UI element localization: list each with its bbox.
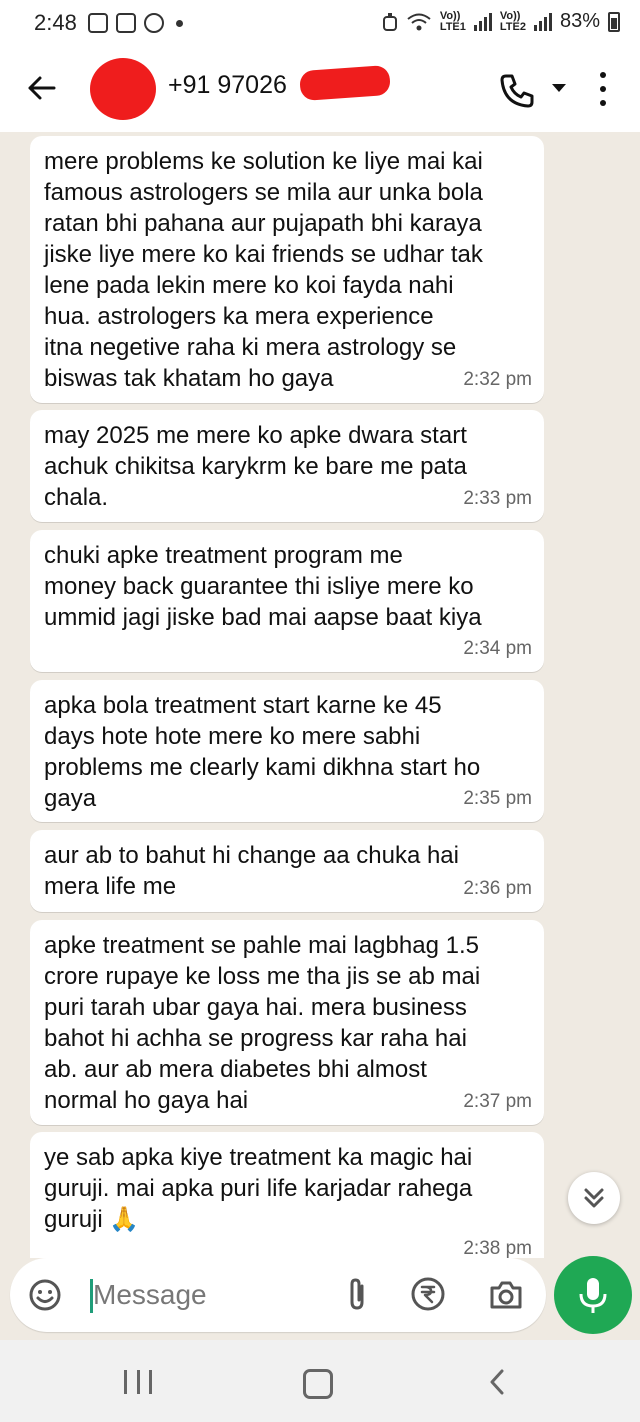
gallery-icon [88,13,108,33]
message-time: 2:33 pm [463,488,532,509]
sim1-label: Vo)) LTE1 [439,9,466,33]
double-chevron-down-icon [584,1188,604,1208]
message-input[interactable]: Message [93,1279,207,1311]
message-bubble[interactable]: chuki apke treatment program me money ba… [30,530,544,672]
message-bubble[interactable]: apka bola treatment start karne ke 45 da… [30,680,544,822]
status-time: 2:48 [34,10,77,35]
message-text: apke treatment se pahle mai lagbhag 1.5 … [44,932,481,1114]
sim2-label: Vo)) LTE2 [499,9,526,33]
whatsapp-icon [144,13,164,33]
contact-number[interactable]: +91 97026 [168,71,287,100]
message-bubble[interactable]: may 2025 me mere ko apke dwara start ach… [30,410,544,522]
signal-2-icon [533,12,552,31]
more-vert-icon[interactable] [596,72,610,106]
voice-message-button[interactable] [554,1256,632,1334]
status-bar: 2:48 Vo)) LTE1 Vo)) LTE2 83% [0,0,640,46]
nav-back-icon[interactable] [486,1369,510,1395]
message-time: 2:36 pm [463,878,532,899]
status-right: Vo)) LTE1 Vo)) LTE2 83% [382,10,620,33]
back-arrow-icon[interactable] [24,70,60,106]
attachment-icon[interactable] [340,1276,374,1312]
message-composer: Message [10,1258,546,1332]
message-time: 2:34 pm [463,638,532,659]
message-text: apka bola treatment start karne ke 45 da… [44,692,481,812]
message-bubble[interactable]: ye sab apka kiye treatment ka magic hai … [30,1132,544,1258]
chevron-down-icon[interactable] [552,84,566,92]
more-notifications-icon [176,19,183,27]
message-list[interactable]: mere problems ke solution ke liye mai ka… [0,132,640,1258]
camera-icon[interactable] [488,1278,524,1312]
battery-icon [608,11,620,32]
microphone-icon [579,1278,607,1313]
scroll-to-bottom-button[interactable] [568,1172,620,1224]
volte-label: Vo)) [439,9,461,22]
home-icon[interactable] [303,1369,333,1399]
notification-icons [88,13,183,33]
rupee-payment-icon[interactable] [410,1276,446,1312]
sim1-network: LTE1 [439,20,466,33]
message-time: 2:38 pm [463,1238,532,1258]
sim2-network: LTE2 [499,20,526,33]
message-bubble[interactable]: aur ab to bahut hi change aa chuka hai m… [30,830,544,912]
instagram-icon [116,13,136,33]
alarm-icon [382,12,397,31]
volte-label-2: Vo)) [499,9,521,22]
signal-1-icon [473,12,492,31]
message-time: 2:35 pm [463,788,532,809]
message-bubble[interactable]: apke treatment se pahle mai lagbhag 1.5 … [30,920,544,1125]
chat-header: +91 97026 [0,46,640,132]
system-nav-bar [0,1340,640,1422]
avatar[interactable] [90,58,156,120]
redaction-mark [299,64,391,102]
message-text: may 2025 me mere ko apke dwara start ach… [44,422,467,511]
wifi-icon [407,13,431,30]
battery-percent: 83% [559,10,600,32]
message-bubble[interactable]: mere problems ke solution ke liye mai ka… [30,136,544,403]
message-text: ye sab apka kiye treatment ka magic hai … [44,1144,473,1233]
message-text: mere problems ke solution ke liye mai ka… [44,148,483,392]
message-text: aur ab to bahut hi change aa chuka hai m… [44,842,459,900]
emoji-icon[interactable] [28,1278,62,1312]
message-text: chuki apke treatment program me money ba… [44,542,482,631]
recents-icon[interactable] [124,1370,152,1394]
message-time: 2:37 pm [463,1091,532,1112]
message-time: 2:32 pm [463,369,532,390]
phone-icon[interactable] [498,72,536,110]
